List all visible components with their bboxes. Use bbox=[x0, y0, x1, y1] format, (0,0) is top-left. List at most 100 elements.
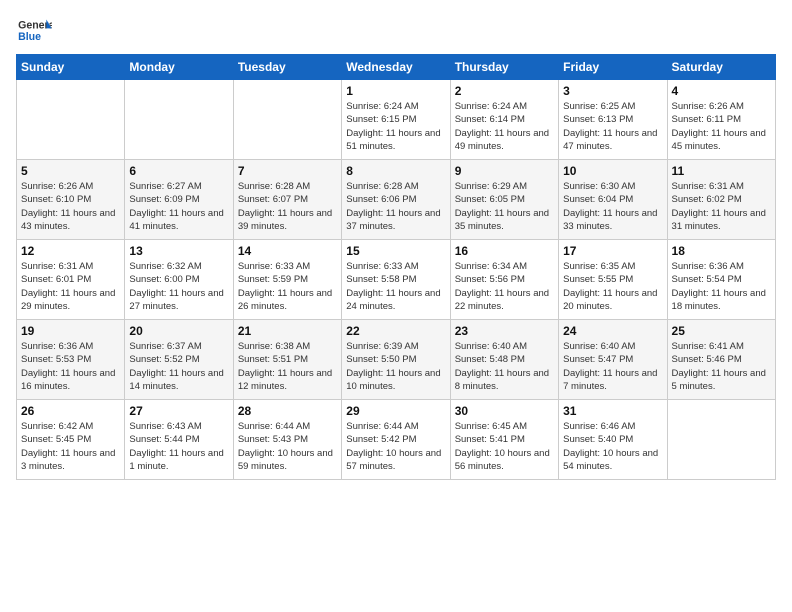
calendar-cell: 15 Sunrise: 6:33 AMSunset: 5:58 PMDayligh… bbox=[342, 240, 450, 320]
day-info: Sunrise: 6:44 AMSunset: 5:43 PMDaylight:… bbox=[238, 420, 337, 473]
calendar-cell: 1 Sunrise: 6:24 AMSunset: 6:15 PMDaylight… bbox=[342, 80, 450, 160]
calendar-cell: 5 Sunrise: 6:26 AMSunset: 6:10 PMDaylight… bbox=[17, 160, 125, 240]
day-info: Sunrise: 6:24 AMSunset: 6:14 PMDaylight:… bbox=[455, 100, 554, 153]
day-number: 11 bbox=[672, 164, 771, 178]
day-number: 1 bbox=[346, 84, 445, 98]
calendar-cell bbox=[17, 80, 125, 160]
day-number: 29 bbox=[346, 404, 445, 418]
day-number: 5 bbox=[21, 164, 120, 178]
day-info: Sunrise: 6:39 AMSunset: 5:50 PMDaylight:… bbox=[346, 340, 445, 393]
day-number: 17 bbox=[563, 244, 662, 258]
calendar-week-4: 19 Sunrise: 6:36 AMSunset: 5:53 PMDayligh… bbox=[17, 320, 776, 400]
weekday-saturday: Saturday bbox=[667, 55, 775, 80]
day-info: Sunrise: 6:33 AMSunset: 5:59 PMDaylight:… bbox=[238, 260, 337, 313]
calendar-cell: 7 Sunrise: 6:28 AMSunset: 6:07 PMDaylight… bbox=[233, 160, 341, 240]
day-info: Sunrise: 6:26 AMSunset: 6:10 PMDaylight:… bbox=[21, 180, 120, 233]
calendar-cell: 6 Sunrise: 6:27 AMSunset: 6:09 PMDaylight… bbox=[125, 160, 233, 240]
calendar-cell: 12Sunrise: 6:31 AMSunset: 6:01 PMDayligh… bbox=[17, 240, 125, 320]
day-info: Sunrise: 6:30 AMSunset: 6:04 PMDaylight:… bbox=[563, 180, 662, 233]
calendar-week-3: 12Sunrise: 6:31 AMSunset: 6:01 PMDayligh… bbox=[17, 240, 776, 320]
day-number: 28 bbox=[238, 404, 337, 418]
day-info: Sunrise: 6:25 AMSunset: 6:13 PMDaylight:… bbox=[563, 100, 662, 153]
calendar-cell bbox=[125, 80, 233, 160]
day-info: Sunrise: 6:28 AMSunset: 6:07 PMDaylight:… bbox=[238, 180, 337, 233]
day-number: 9 bbox=[455, 164, 554, 178]
weekday-sunday: Sunday bbox=[17, 55, 125, 80]
calendar-cell: 16 Sunrise: 6:34 AMSunset: 5:56 PMDayligh… bbox=[450, 240, 558, 320]
day-number: 23 bbox=[455, 324, 554, 338]
calendar-cell: 11 Sunrise: 6:31 AMSunset: 6:02 PMDayligh… bbox=[667, 160, 775, 240]
day-number: 2 bbox=[455, 84, 554, 98]
calendar-cell bbox=[233, 80, 341, 160]
calendar-cell: 19 Sunrise: 6:36 AMSunset: 5:53 PMDayligh… bbox=[17, 320, 125, 400]
day-info: Sunrise: 6:36 AMSunset: 5:53 PMDaylight:… bbox=[21, 340, 120, 393]
calendar-cell: 20 Sunrise: 6:37 AMSunset: 5:52 PMDayligh… bbox=[125, 320, 233, 400]
day-info: Sunrise: 6:45 AMSunset: 5:41 PMDaylight:… bbox=[455, 420, 554, 473]
day-info: Sunrise: 6:24 AMSunset: 6:15 PMDaylight:… bbox=[346, 100, 445, 153]
day-info: Sunrise: 6:26 AMSunset: 6:11 PMDaylight:… bbox=[672, 100, 771, 153]
day-number: 6 bbox=[129, 164, 228, 178]
calendar-cell: 24Sunrise: 6:40 AMSunset: 5:47 PMDayligh… bbox=[559, 320, 667, 400]
logo-icon: General Blue bbox=[16, 16, 52, 46]
calendar-cell: 9 Sunrise: 6:29 AMSunset: 6:05 PMDaylight… bbox=[450, 160, 558, 240]
day-info: Sunrise: 6:40 AMSunset: 5:48 PMDaylight:… bbox=[455, 340, 554, 393]
day-number: 10 bbox=[563, 164, 662, 178]
calendar-cell bbox=[667, 400, 775, 480]
day-number: 8 bbox=[346, 164, 445, 178]
day-number: 19 bbox=[21, 324, 120, 338]
day-number: 26 bbox=[21, 404, 120, 418]
day-number: 30 bbox=[455, 404, 554, 418]
day-info: Sunrise: 6:40 AMSunset: 5:47 PMDaylight:… bbox=[563, 340, 662, 393]
day-info: Sunrise: 6:36 AMSunset: 5:54 PMDaylight:… bbox=[672, 260, 771, 313]
calendar-cell: 13 Sunrise: 6:32 AMSunset: 6:00 PMDayligh… bbox=[125, 240, 233, 320]
day-number: 31 bbox=[563, 404, 662, 418]
day-number: 16 bbox=[455, 244, 554, 258]
day-number: 13 bbox=[129, 244, 228, 258]
weekday-monday: Monday bbox=[125, 55, 233, 80]
day-number: 4 bbox=[672, 84, 771, 98]
day-info: Sunrise: 6:28 AMSunset: 6:06 PMDaylight:… bbox=[346, 180, 445, 233]
day-info: Sunrise: 6:46 AMSunset: 5:40 PMDaylight:… bbox=[563, 420, 662, 473]
weekday-tuesday: Tuesday bbox=[233, 55, 341, 80]
day-number: 20 bbox=[129, 324, 228, 338]
weekday-thursday: Thursday bbox=[450, 55, 558, 80]
calendar-cell: 25 Sunrise: 6:41 AMSunset: 5:46 PMDayligh… bbox=[667, 320, 775, 400]
calendar-week-5: 26 Sunrise: 6:42 AMSunset: 5:45 PMDayligh… bbox=[17, 400, 776, 480]
day-info: Sunrise: 6:38 AMSunset: 5:51 PMDaylight:… bbox=[238, 340, 337, 393]
calendar-cell: 8 Sunrise: 6:28 AMSunset: 6:06 PMDaylight… bbox=[342, 160, 450, 240]
calendar-cell: 30 Sunrise: 6:45 AMSunset: 5:41 PMDayligh… bbox=[450, 400, 558, 480]
day-info: Sunrise: 6:29 AMSunset: 6:05 PMDaylight:… bbox=[455, 180, 554, 233]
calendar-week-1: 1 Sunrise: 6:24 AMSunset: 6:15 PMDaylight… bbox=[17, 80, 776, 160]
svg-text:Blue: Blue bbox=[18, 31, 41, 43]
day-info: Sunrise: 6:34 AMSunset: 5:56 PMDaylight:… bbox=[455, 260, 554, 313]
day-number: 21 bbox=[238, 324, 337, 338]
calendar-cell: 4 Sunrise: 6:26 AMSunset: 6:11 PMDaylight… bbox=[667, 80, 775, 160]
calendar-cell: 17Sunrise: 6:35 AMSunset: 5:55 PMDayligh… bbox=[559, 240, 667, 320]
logo: General Blue bbox=[16, 16, 52, 46]
day-info: Sunrise: 6:37 AMSunset: 5:52 PMDaylight:… bbox=[129, 340, 228, 393]
day-number: 22 bbox=[346, 324, 445, 338]
calendar-cell: 14Sunrise: 6:33 AMSunset: 5:59 PMDayligh… bbox=[233, 240, 341, 320]
day-info: Sunrise: 6:27 AMSunset: 6:09 PMDaylight:… bbox=[129, 180, 228, 233]
calendar-cell: 31 Sunrise: 6:46 AMSunset: 5:40 PMDayligh… bbox=[559, 400, 667, 480]
day-number: 15 bbox=[346, 244, 445, 258]
weekday-wednesday: Wednesday bbox=[342, 55, 450, 80]
day-info: Sunrise: 6:44 AMSunset: 5:42 PMDaylight:… bbox=[346, 420, 445, 473]
day-info: Sunrise: 6:42 AMSunset: 5:45 PMDaylight:… bbox=[21, 420, 120, 473]
day-number: 18 bbox=[672, 244, 771, 258]
day-info: Sunrise: 6:32 AMSunset: 6:00 PMDaylight:… bbox=[129, 260, 228, 313]
day-info: Sunrise: 6:43 AMSunset: 5:44 PMDaylight:… bbox=[129, 420, 228, 473]
day-info: Sunrise: 6:33 AMSunset: 5:58 PMDaylight:… bbox=[346, 260, 445, 313]
day-number: 7 bbox=[238, 164, 337, 178]
calendar-cell: 28 Sunrise: 6:44 AMSunset: 5:43 PMDayligh… bbox=[233, 400, 341, 480]
calendar-week-2: 5 Sunrise: 6:26 AMSunset: 6:10 PMDaylight… bbox=[17, 160, 776, 240]
calendar-table: SundayMondayTuesdayWednesdayThursdayFrid… bbox=[16, 54, 776, 480]
day-info: Sunrise: 6:31 AMSunset: 6:02 PMDaylight:… bbox=[672, 180, 771, 233]
day-number: 12 bbox=[21, 244, 120, 258]
day-info: Sunrise: 6:41 AMSunset: 5:46 PMDaylight:… bbox=[672, 340, 771, 393]
calendar-cell: 27 Sunrise: 6:43 AMSunset: 5:44 PMDayligh… bbox=[125, 400, 233, 480]
day-number: 27 bbox=[129, 404, 228, 418]
day-number: 25 bbox=[672, 324, 771, 338]
calendar-cell: 23 Sunrise: 6:40 AMSunset: 5:48 PMDayligh… bbox=[450, 320, 558, 400]
calendar-cell: 21 Sunrise: 6:38 AMSunset: 5:51 PMDayligh… bbox=[233, 320, 341, 400]
